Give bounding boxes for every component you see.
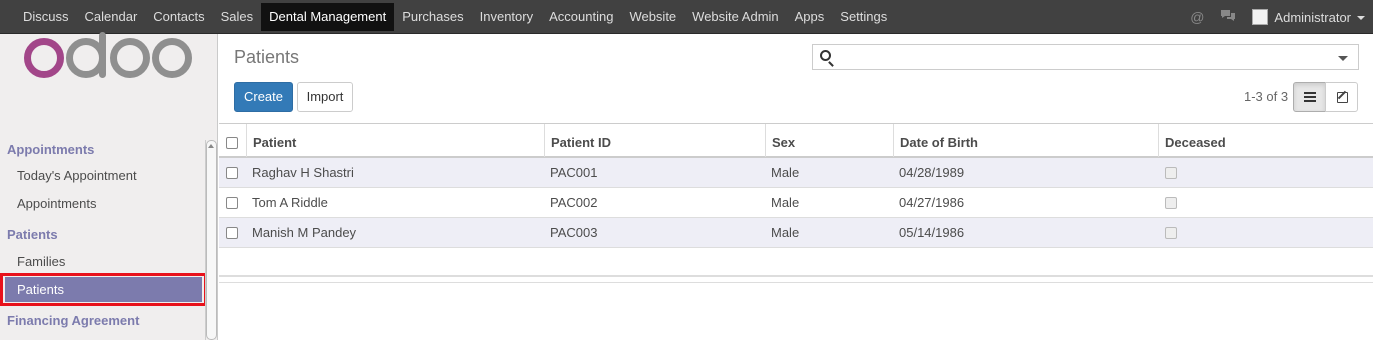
search-options-dropdown-icon[interactable]: [1338, 56, 1348, 61]
chat-icon[interactable]: [1220, 9, 1236, 25]
list-view-button[interactable]: [1293, 82, 1326, 112]
cell-patient-id: PAC003: [550, 225, 598, 240]
menu-sales[interactable]: Sales: [213, 0, 262, 34]
list-view-icon: [1304, 92, 1316, 102]
search-icon: [820, 50, 831, 61]
sidebar-scrollbar[interactable]: [205, 140, 217, 340]
table-row[interactable]: Manish M Pandey PAC003 Male 05/14/1986: [219, 218, 1373, 248]
column-header-deceased[interactable]: Deceased: [1158, 124, 1373, 157]
create-button[interactable]: Create: [234, 82, 293, 112]
cell-sex: Male: [771, 225, 800, 240]
menu-purchases[interactable]: Purchases: [394, 0, 471, 34]
logo-o-second: [110, 38, 150, 78]
menu-inventory[interactable]: Inventory: [472, 0, 541, 34]
form-view-button[interactable]: [1325, 82, 1358, 112]
caret-down-icon[interactable]: [1357, 16, 1365, 20]
systray: @ Administrator: [1190, 0, 1365, 34]
table-row[interactable]: Raghav H Shastri PAC001 Male 04/28/1989: [219, 158, 1373, 188]
cell-date-of-birth: 04/27/1986: [899, 195, 965, 210]
top-navbar: Discuss Calendar Contacts Sales Dental M…: [0, 0, 1373, 34]
cell-date-of-birth: 05/14/1986: [899, 225, 965, 240]
row-checkbox[interactable]: [226, 197, 238, 209]
app-menu: Discuss Calendar Contacts Sales Dental M…: [15, 0, 895, 34]
column-header-patient[interactable]: Patient: [246, 124, 543, 157]
sidebar-section-patients: Patients: [7, 227, 58, 242]
menu-contacts[interactable]: Contacts: [145, 0, 212, 34]
menu-dental-management[interactable]: Dental Management: [261, 3, 395, 31]
row-checkbox[interactable]: [226, 167, 238, 179]
logo-d-stem: [99, 32, 106, 78]
cell-sex: Male: [771, 165, 800, 180]
cell-sex: Male: [771, 195, 800, 210]
deceased-checkbox: [1165, 167, 1177, 179]
user-menu[interactable]: Administrator: [1274, 10, 1351, 25]
logo-o-first: [24, 38, 64, 78]
search-input[interactable]: [812, 44, 1359, 70]
menu-discuss[interactable]: Discuss: [15, 0, 77, 34]
cell-patient: Raghav H Shastri: [252, 165, 354, 180]
column-header-sex[interactable]: Sex: [765, 124, 892, 157]
menu-accounting[interactable]: Accounting: [541, 0, 621, 34]
menu-settings[interactable]: Settings: [832, 0, 895, 34]
table-footer: [219, 275, 1373, 283]
logo-o-third: [152, 38, 192, 78]
table-row[interactable]: Tom A Riddle PAC002 Male 04/27/1986: [219, 188, 1373, 218]
page-title: Patients: [234, 47, 300, 67]
import-button[interactable]: Import: [297, 82, 353, 112]
row-checkbox[interactable]: [226, 227, 238, 239]
deceased-checkbox: [1165, 197, 1177, 209]
cell-patient: Manish M Pandey: [252, 225, 357, 240]
pager-value[interactable]: 1-3 of 3: [1244, 89, 1288, 104]
menu-apps[interactable]: Apps: [787, 0, 833, 34]
at-icon[interactable]: @: [1190, 9, 1204, 25]
table-header: Patient Patient ID Sex Date of Birth Dec…: [219, 123, 1373, 158]
sidebar-item-todays-appointment[interactable]: Today's Appointment: [17, 168, 137, 183]
menu-website-admin[interactable]: Website Admin: [684, 0, 786, 34]
cell-patient-id: PAC001: [550, 165, 598, 180]
column-header-patient-id[interactable]: Patient ID: [544, 124, 764, 157]
cell-patient: Tom A Riddle: [252, 195, 328, 210]
avatar[interactable]: [1252, 9, 1269, 25]
column-header-date-of-birth[interactable]: Date of Birth: [893, 124, 1157, 157]
highlight-box: [0, 273, 207, 306]
menu-calendar[interactable]: Calendar: [77, 0, 146, 34]
sidebar-section-financing-agreement[interactable]: Financing Agreement: [7, 313, 139, 328]
scroll-up-icon[interactable]: [208, 144, 214, 148]
select-all-checkbox[interactable]: [226, 137, 238, 149]
sidebar-item-appointments[interactable]: Appointments: [17, 196, 97, 211]
menu-website[interactable]: Website: [621, 0, 684, 34]
scrollbar-thumb[interactable]: [206, 140, 217, 340]
cell-date-of-birth: 04/28/1989: [899, 165, 965, 180]
deceased-checkbox: [1165, 227, 1177, 239]
odoo-logo: [24, 32, 192, 78]
cell-patient-id: PAC002: [550, 195, 598, 210]
sidebar-section-appointments: Appointments: [7, 142, 95, 157]
edit-icon: [1337, 92, 1348, 103]
sidebar-item-families[interactable]: Families: [17, 254, 65, 269]
